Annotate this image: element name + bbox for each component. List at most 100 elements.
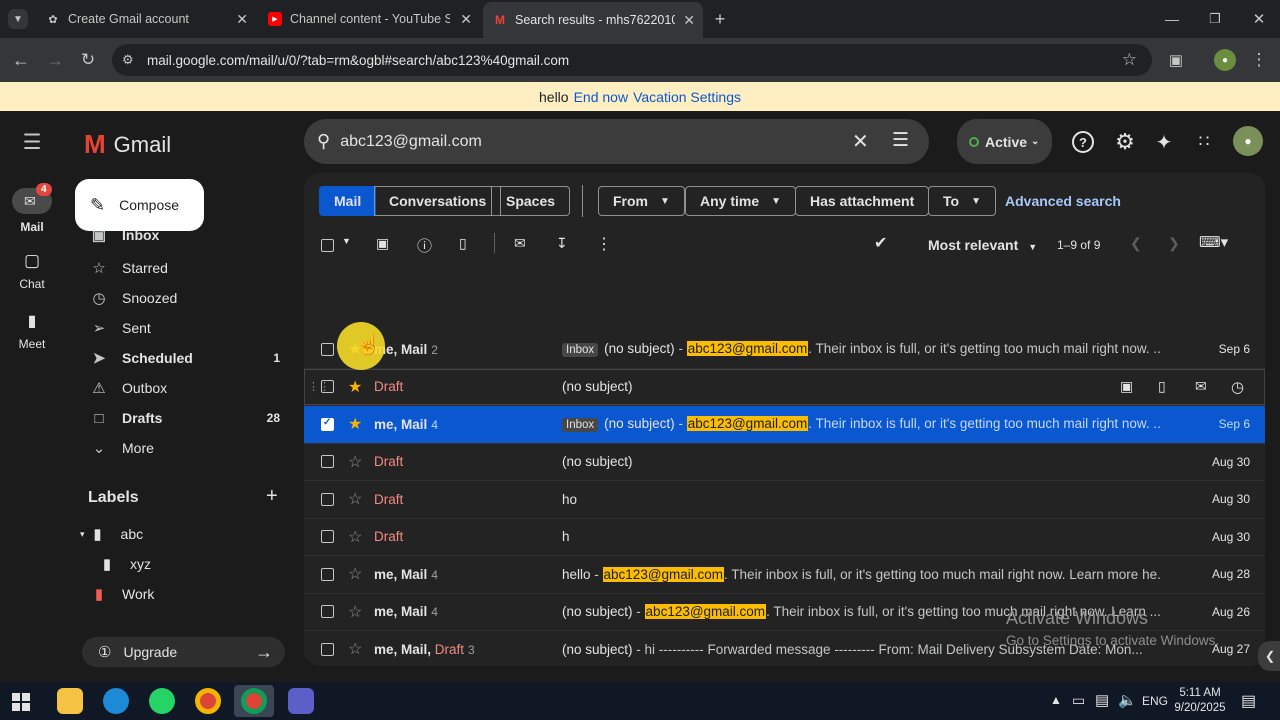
star-icon[interactable]: ☆: [348, 639, 362, 659]
chrome-icon[interactable]: [195, 688, 221, 714]
search-input[interactable]: abc123@gmail.com: [340, 133, 482, 151]
tray-chevron-up-icon[interactable]: ▲: [1050, 693, 1062, 707]
notifications-icon[interactable]: ▤: [1241, 691, 1256, 711]
rail-meet[interactable]: ▮ Meet: [0, 311, 64, 351]
advanced-search-link[interactable]: Advanced search: [1005, 193, 1121, 209]
row-checkbox[interactable]: [321, 455, 334, 469]
sort-menu[interactable]: Most relevant ▼: [928, 237, 1037, 253]
archive-icon[interactable]: ▣: [376, 235, 389, 252]
snooze-clock-icon[interactable]: ◷: [1231, 378, 1244, 396]
time-filter-chip[interactable]: Any time ▼: [685, 186, 797, 216]
nav-inbox[interactable]: ▣ Inbox: [64, 231, 296, 250]
tab-search-results[interactable]: M Search results - mhs7622010@ ✕: [483, 2, 703, 38]
star-icon[interactable]: ★: [348, 377, 362, 397]
apps-grid-icon[interactable]: ∷: [1192, 130, 1216, 154]
restore-icon[interactable]: ❐: [1205, 9, 1225, 29]
close-window-icon[interactable]: ✕: [1249, 9, 1269, 29]
prev-page-icon[interactable]: ❮: [1130, 235, 1142, 252]
minimize-icon[interactable]: —: [1162, 9, 1182, 29]
language-indicator[interactable]: ENG: [1142, 694, 1168, 708]
label-abc[interactable]: ▾ ▮ abc: [64, 519, 296, 549]
end-now-link[interactable]: End now: [574, 89, 628, 105]
report-spam-icon[interactable]: ⓘ: [417, 235, 432, 256]
drag-handle-icon[interactable]: ⋮⋮: [308, 380, 330, 393]
email-row[interactable]: ★me, Mail2Inbox(no subject) - abc123@gma…: [304, 331, 1265, 369]
clock[interactable]: 5:11 AM 9/20/2025: [1170, 686, 1230, 716]
close-tab-icon[interactable]: ✕: [460, 11, 472, 28]
app-icon[interactable]: [288, 688, 314, 714]
star-icon[interactable]: ☆: [348, 564, 362, 584]
row-checkbox[interactable]: [321, 567, 334, 581]
reload-icon[interactable]: ↻: [77, 49, 99, 71]
rail-mail[interactable]: ✉ 4 Mail: [0, 183, 64, 234]
nav-sent[interactable]: ➢ Sent: [64, 313, 296, 343]
file-explorer-icon[interactable]: [57, 688, 83, 714]
url-field[interactable]: ⚙ mail.google.com/mail/u/0/?tab=rm&ogbl#…: [112, 44, 1152, 76]
close-tab-icon[interactable]: ✕: [683, 12, 695, 29]
email-row[interactable]: ✓ ★ me, Mail 4 Inbox (no subject) - abc123@gm…: [304, 406, 1265, 444]
profile-avatar[interactable]: ●: [1214, 49, 1236, 71]
search-icon[interactable]: ⚲: [317, 131, 330, 152]
email-row[interactable]: ☆ Draft (no subject) Aug 30: [304, 444, 1265, 481]
whatsapp-icon[interactable]: [149, 688, 175, 714]
help-icon[interactable]: ?: [1072, 131, 1094, 153]
main-menu-icon[interactable]: ☰: [20, 131, 44, 154]
clear-search-icon[interactable]: ✕: [852, 129, 869, 154]
nav-drafts[interactable]: □ Drafts 28: [64, 403, 296, 433]
email-row[interactable]: ★ Draft (no subject) ⋮⋮ ▣ ▯ ✉ ◷: [304, 369, 1265, 406]
star-icon[interactable]: ★: [348, 414, 362, 434]
email-row[interactable]: ☆ Draft h Aug 30: [304, 519, 1265, 556]
row-checkbox[interactable]: [321, 492, 334, 506]
row-checkbox[interactable]: [321, 642, 334, 656]
edge-icon[interactable]: [103, 688, 129, 714]
check-circle-icon[interactable]: ✔: [874, 233, 887, 253]
new-tab-icon[interactable]: +: [710, 9, 730, 29]
gmail-logo[interactable]: M Gmail: [84, 129, 171, 160]
label-work[interactable]: ▮ Work: [64, 579, 296, 609]
scope-mail-chip[interactable]: Mail: [319, 186, 377, 216]
compose-button[interactable]: ✎ Compose: [75, 179, 204, 231]
select-all-checkbox[interactable]: [321, 239, 334, 252]
add-label-icon[interactable]: +: [266, 485, 278, 508]
star-icon[interactable]: ☆: [348, 527, 362, 547]
gemini-icon[interactable]: ✦: [1152, 130, 1176, 154]
side-panel-toggle-icon[interactable]: ❮: [1258, 641, 1280, 671]
nav-starred[interactable]: ☆ Starred: [64, 253, 296, 283]
to-filter-chip[interactable]: To ▼: [928, 186, 996, 216]
scope-spaces-chip[interactable]: Spaces: [491, 186, 571, 216]
next-page-icon[interactable]: ❯: [1168, 235, 1180, 252]
volume-icon[interactable]: 🔈: [1118, 691, 1137, 709]
browser-menu-icon[interactable]: ⋮: [1248, 49, 1270, 71]
rail-chat[interactable]: ▢ Chat: [0, 251, 64, 291]
select-dropdown-icon[interactable]: ▼: [342, 236, 351, 246]
row-checkbox[interactable]: ✓: [321, 417, 334, 431]
search-bar[interactable]: ⚲ abc123@gmail.com ✕ ☰: [304, 119, 929, 164]
site-info-icon[interactable]: ⚙: [122, 52, 134, 68]
row-checkbox[interactable]: [321, 530, 334, 544]
nav-scheduled[interactable]: ➤ Scheduled 1: [64, 343, 296, 373]
settings-gear-icon[interactable]: ⚙: [1113, 129, 1137, 154]
attachment-filter-chip[interactable]: Has attachment: [795, 186, 930, 216]
tab-youtube-studio[interactable]: ▶ Channel content - YouTube Stu ✕: [258, 4, 480, 34]
close-tab-icon[interactable]: ✕: [236, 11, 248, 28]
network-icon[interactable]: ▤: [1095, 691, 1109, 709]
from-filter-chip[interactable]: From ▼: [598, 186, 685, 216]
mark-unread-icon[interactable]: ✉: [1195, 378, 1207, 395]
delete-icon[interactable]: ▯: [459, 235, 467, 252]
star-icon[interactable]: ☆: [348, 489, 362, 509]
email-row[interactable]: ☆ me, Mail 4 hello - abc123@gmail.com. Thei…: [304, 556, 1265, 594]
inbox-label-badge[interactable]: Inbox: [562, 418, 599, 433]
keyboard-icon[interactable]: ⌨▾: [1199, 233, 1228, 251]
extensions-icon[interactable]: ▣: [1165, 49, 1187, 71]
star-icon[interactable]: ☆: [348, 452, 362, 472]
back-icon[interactable]: ←: [10, 49, 32, 71]
email-row[interactable]: ☆ Draft ho Aug 30: [304, 481, 1265, 519]
nav-snoozed[interactable]: ◷ Snoozed: [64, 283, 296, 313]
account-avatar[interactable]: ●: [1233, 126, 1263, 156]
tab-create-gmail[interactable]: ✿ Create Gmail account ✕: [36, 4, 256, 34]
inbox-label-badge[interactable]: Inbox: [562, 343, 599, 358]
more-actions-icon[interactable]: ⋮: [596, 234, 612, 254]
label-xyz[interactable]: ▮ xyz: [64, 549, 296, 579]
bookmark-star-icon[interactable]: ☆: [1122, 50, 1137, 70]
nav-outbox[interactable]: ⚠ Outbox: [64, 373, 296, 403]
